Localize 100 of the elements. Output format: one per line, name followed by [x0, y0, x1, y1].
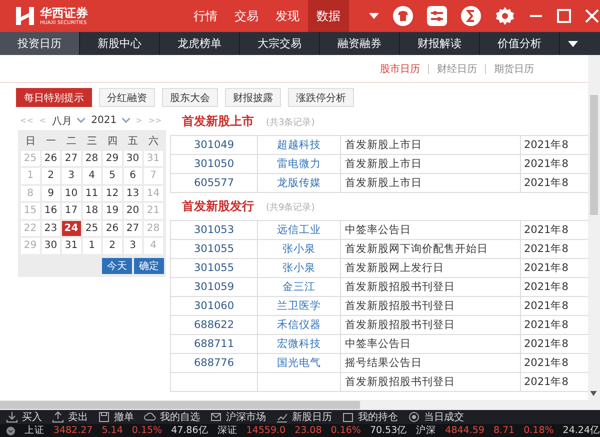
calendar-day[interactable]: 3	[61, 167, 82, 184]
calendar-link[interactable]: 财经日历	[437, 62, 477, 76]
calendar-day[interactable]: 26	[40, 150, 61, 167]
tab[interactable]: 龙虎榜单	[160, 32, 240, 55]
weekday-label: 五	[126, 134, 139, 149]
nav-tab[interactable]: 数据	[308, 0, 349, 32]
calendar-link[interactable]: 股市日历	[380, 62, 420, 76]
calendar-day[interactable]: 16	[40, 202, 61, 220]
stock-name-link[interactable]: 张小泉	[257, 240, 340, 258]
event-cell: 首发新股上市日	[340, 155, 520, 173]
nav-tab[interactable]: 交易	[226, 0, 267, 32]
stock-code-cell: 605577	[170, 174, 257, 192]
calendar-day[interactable]: 4	[82, 167, 102, 184]
turnover-value: 70.53亿	[370, 424, 408, 437]
calendar-day[interactable]: 2	[40, 167, 61, 184]
chevron-icon	[122, 118, 130, 123]
year-select[interactable]: 2021	[91, 115, 130, 126]
toolbar-button[interactable]: 我的持仓	[342, 410, 398, 424]
calendar-day[interactable]: 19	[102, 202, 122, 220]
event-cell: 首发新股上市日	[340, 136, 520, 154]
calendar-day[interactable]: 5	[102, 167, 122, 184]
maximize-icon[interactable]	[557, 9, 571, 23]
index-change: 8.71	[493, 425, 515, 436]
caret-icon	[568, 40, 578, 46]
stock-name-link[interactable]: 龙版传媒	[257, 174, 340, 192]
event-cell: 首发新股招股书刊登日	[340, 297, 520, 315]
picker-button[interactable]: 确定	[134, 258, 164, 274]
calendar-day[interactable]: 18	[82, 202, 102, 220]
stock-name-link[interactable]: 国光电气	[257, 354, 340, 372]
calendar-day[interactable]: 12	[102, 184, 122, 202]
stock-name-link[interactable]: 宏微科技	[257, 335, 340, 353]
sigma-icon[interactable]	[461, 6, 481, 26]
index-name: 深证	[217, 424, 238, 437]
stock-name-link[interactable]: 金三江	[257, 278, 340, 296]
index-percent: 0.15%	[132, 425, 162, 436]
tab[interactable]: 大宗交易	[240, 32, 320, 55]
calendar-day[interactable]: 30	[122, 150, 143, 167]
picker-button[interactable]: 今天	[102, 258, 132, 274]
stock-name-link[interactable]: 雷电微力	[257, 155, 340, 173]
vertical-scrollbar[interactable]	[588, 55, 600, 410]
index-value: 14559.0	[246, 425, 286, 436]
stock-name-link[interactable]: 远信工业	[257, 221, 340, 239]
scrollbar-thumb[interactable]	[0, 401, 360, 409]
calendar-day[interactable]: 31	[61, 237, 82, 254]
event-cell: 中签率公告日	[340, 221, 520, 239]
calendar-day[interactable]: 6	[122, 167, 143, 184]
nav-tab[interactable]: 发现	[267, 0, 308, 32]
category-button[interactable]: 股东大会	[162, 88, 218, 107]
toolbar-button[interactable]: 买入	[6, 410, 42, 424]
settings-icon[interactable]	[495, 6, 515, 26]
calendar-day[interactable]: 3	[122, 237, 143, 254]
calendar-link[interactable]: 期货日历	[494, 62, 534, 76]
toolbar-button[interactable]: 卖出	[52, 410, 88, 424]
month-select[interactable]: 八月	[52, 114, 86, 128]
dropdown-icon[interactable]	[369, 13, 379, 19]
tab[interactable]: 新股中心	[80, 32, 160, 55]
calendar-day[interactable]: 29	[102, 150, 122, 167]
logo-name: 华西证券	[40, 6, 88, 18]
toolbar-button[interactable]: 当日成交	[408, 410, 464, 424]
calendar-day[interactable]: 26	[102, 220, 122, 237]
calendar-day[interactable]: 30	[40, 237, 61, 254]
calendar-day[interactable]: 24	[61, 220, 82, 237]
toolbar-button[interactable]: 我的自选	[144, 410, 200, 424]
toolbar-button[interactable]: 沪深市场	[210, 410, 266, 424]
calendar-day[interactable]: 1	[82, 237, 102, 254]
toolbar-button[interactable]: 撤单	[98, 410, 134, 424]
calendar-day[interactable]: 28	[82, 150, 102, 167]
category-button[interactable]: 涨跌停分析	[288, 88, 354, 107]
chevron-circle-icon[interactable]	[6, 424, 16, 436]
category-button[interactable]: 每日特别提示	[16, 88, 92, 107]
nav-tab[interactable]: 行情	[185, 0, 226, 32]
horizontal-scrollbar[interactable]	[0, 400, 588, 410]
calendar-day[interactable]: 2	[102, 237, 122, 254]
event-cell: 首发新股招股书刊登日	[340, 278, 520, 296]
calendar-day[interactable]: 27	[61, 150, 82, 167]
tab[interactable]: 财报解读	[400, 32, 480, 55]
stock-code-cell: 301050	[170, 155, 257, 173]
calendar-day[interactable]: 20	[122, 202, 143, 220]
category-button[interactable]: 财报披露	[225, 88, 281, 107]
stock-code-cell: 688776	[170, 354, 257, 372]
tab[interactable]: 投资日历	[0, 32, 80, 55]
category-button[interactable]: 分红融资	[99, 88, 155, 107]
scrollbar-thumb[interactable]	[590, 95, 598, 215]
close-icon[interactable]	[585, 9, 599, 23]
index-value: 4844.59	[445, 425, 484, 436]
calendar-day[interactable]: 10	[61, 184, 82, 202]
calendar-day[interactable]: 17	[61, 202, 82, 220]
stock-name-link[interactable]: 兰卫医学	[257, 297, 340, 315]
index-name: 沪深	[416, 424, 436, 437]
index-percent: 0.16%	[330, 425, 361, 436]
shirt-icon[interactable]	[393, 6, 413, 26]
tab[interactable]: 融资融券	[320, 32, 400, 55]
scroll-down-icon[interactable]	[590, 391, 597, 396]
toolbar-button[interactable]: 新股日历	[276, 410, 332, 424]
stock-name-link[interactable]: 超越科技	[257, 136, 340, 154]
sliders-icon[interactable]	[427, 6, 447, 26]
envelope-icon	[210, 411, 222, 423]
stock-name-link[interactable]: 禾信仪器	[257, 316, 340, 334]
index-value: 3482.27	[53, 425, 93, 436]
stock-name-link[interactable]: 张小泉	[257, 259, 340, 277]
